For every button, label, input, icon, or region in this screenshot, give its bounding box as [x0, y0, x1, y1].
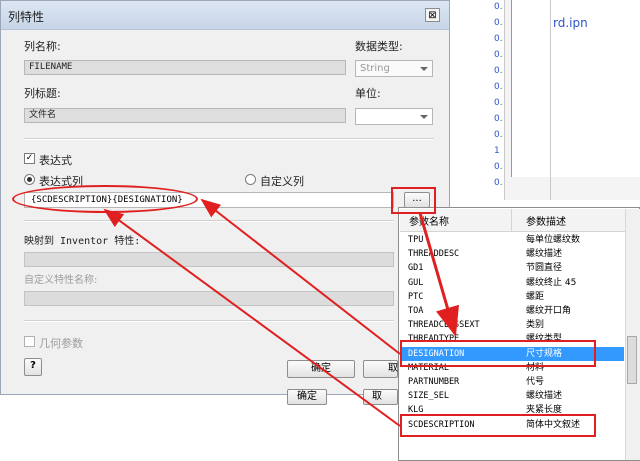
arrow-browse-to-designation [418, 212, 460, 337]
annotation-arrows [103, 198, 460, 427]
arrow-scdescription-to-expression [103, 208, 401, 427]
arrow-designation-to-expression [200, 198, 401, 355]
